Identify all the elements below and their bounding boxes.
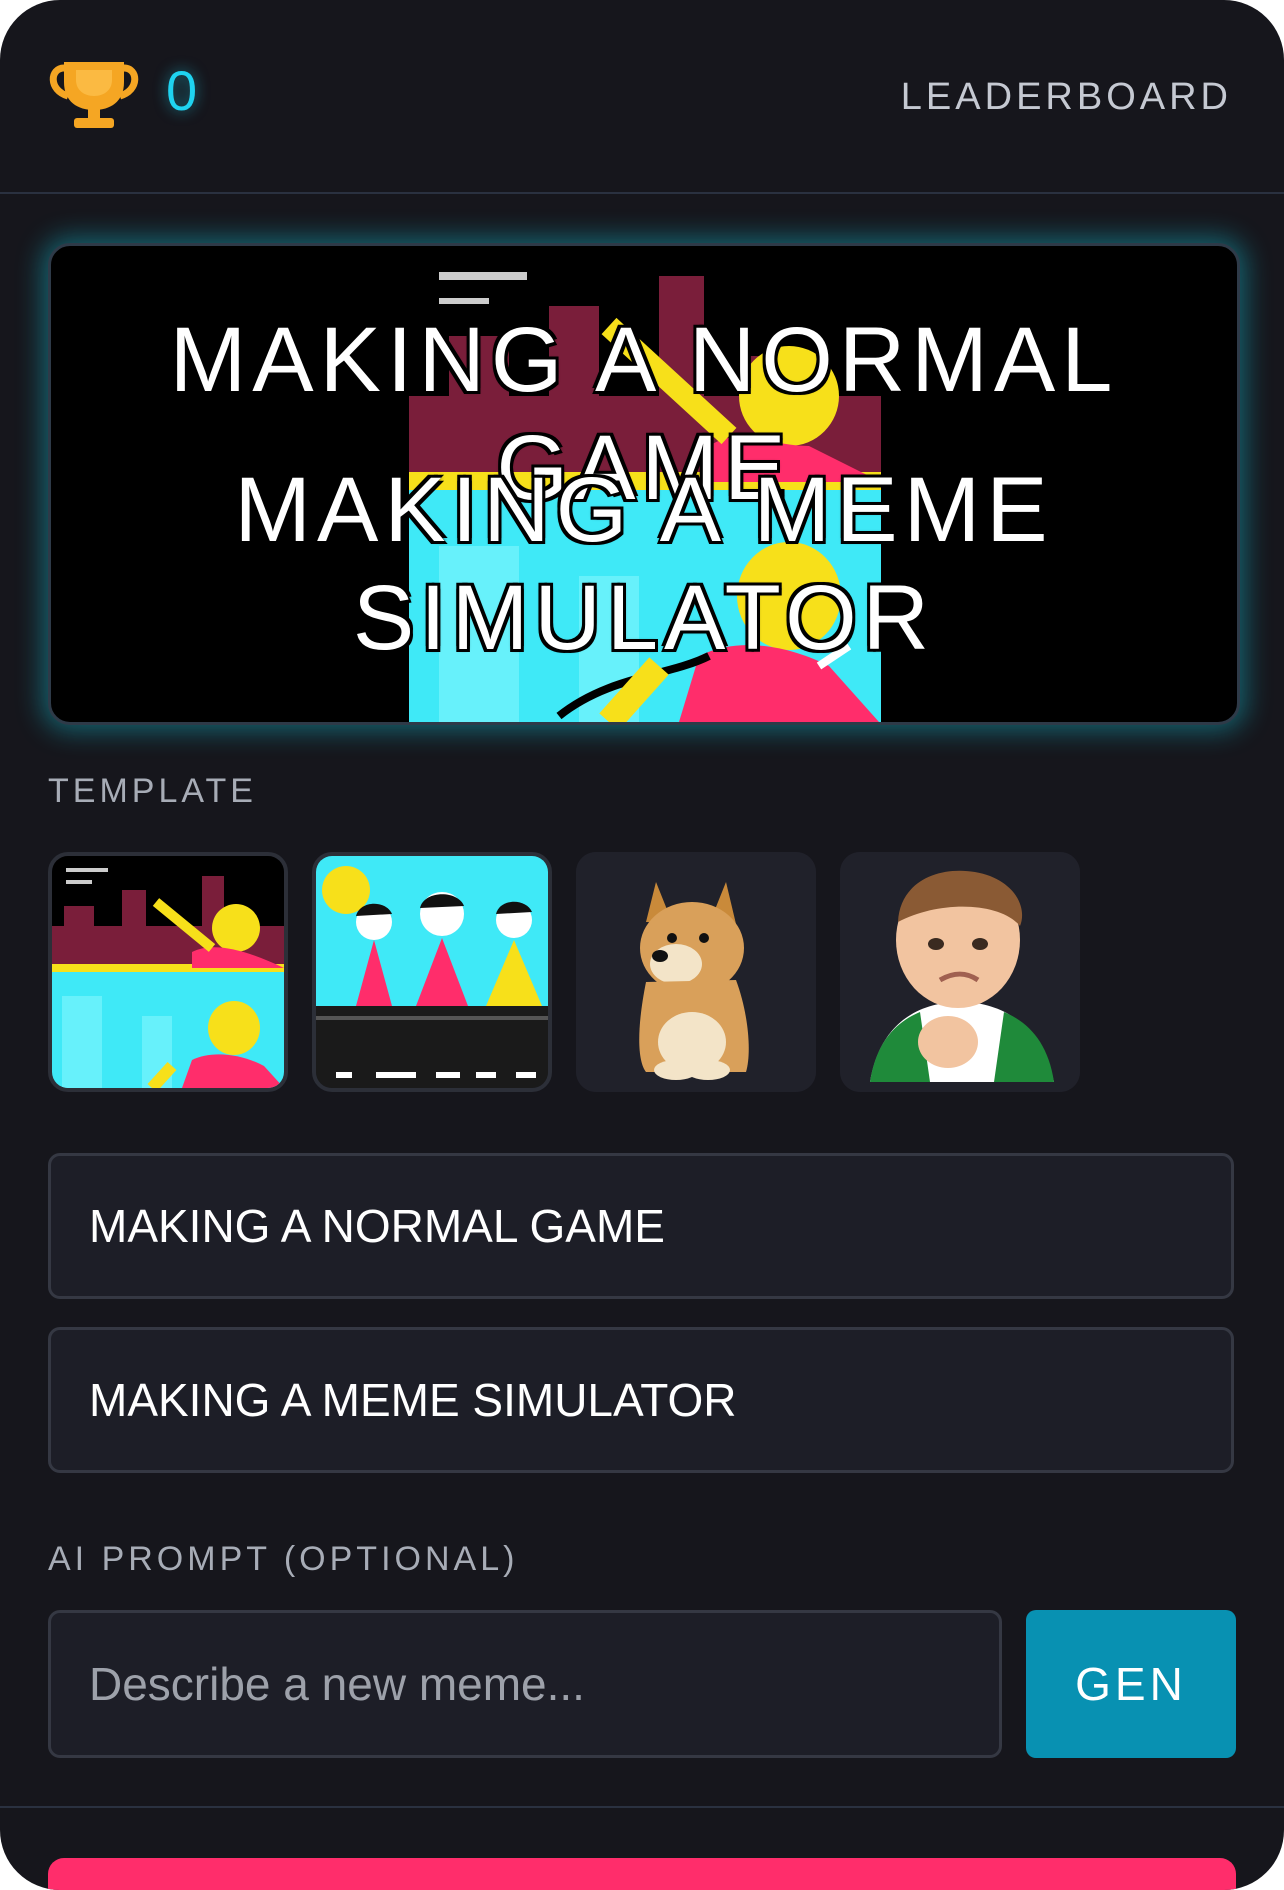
template-thumb-doge[interactable] bbox=[576, 852, 816, 1092]
gen-button[interactable]: GEN bbox=[1026, 1610, 1236, 1758]
trophy-icon bbox=[49, 62, 139, 128]
two-panel-thumbnail bbox=[52, 856, 284, 1088]
leaderboard-link[interactable]: LEADERBOARD bbox=[901, 76, 1232, 119]
template-section-label: TEMPLATE bbox=[48, 772, 257, 810]
app-frame: 0 LEADERBOARD MAKING A NORMAL GAME MAKIN… bbox=[0, 0, 1284, 1890]
success-kid-thumbnail bbox=[840, 852, 1080, 1092]
top-bar: 0 LEADERBOARD bbox=[0, 0, 1284, 194]
template-thumb-dancers[interactable] bbox=[312, 852, 552, 1092]
ai-prompt-input[interactable] bbox=[48, 1610, 1002, 1758]
meme-preview: MAKING A NORMAL GAME MAKING A MEME SIMUL… bbox=[48, 243, 1240, 725]
template-thumb-success-kid[interactable] bbox=[840, 852, 1080, 1092]
top-text-field[interactable]: MAKING A NORMAL GAME bbox=[48, 1153, 1234, 1299]
ai-prompt-label: AI PROMPT (OPTIONAL) bbox=[48, 1540, 519, 1578]
template-thumb-two-panel[interactable] bbox=[48, 852, 288, 1092]
dancers-thumbnail bbox=[316, 856, 548, 1088]
doge-thumbnail bbox=[576, 852, 816, 1092]
score-counter: 0 bbox=[166, 59, 198, 122]
preview-bottom-caption: MAKING A MEME SIMULATOR bbox=[234, 459, 1054, 669]
primary-action-button[interactable] bbox=[48, 1858, 1236, 1890]
bottom-divider bbox=[0, 1806, 1284, 1808]
bottom-text-field[interactable]: MAKING A MEME SIMULATOR bbox=[48, 1327, 1234, 1473]
